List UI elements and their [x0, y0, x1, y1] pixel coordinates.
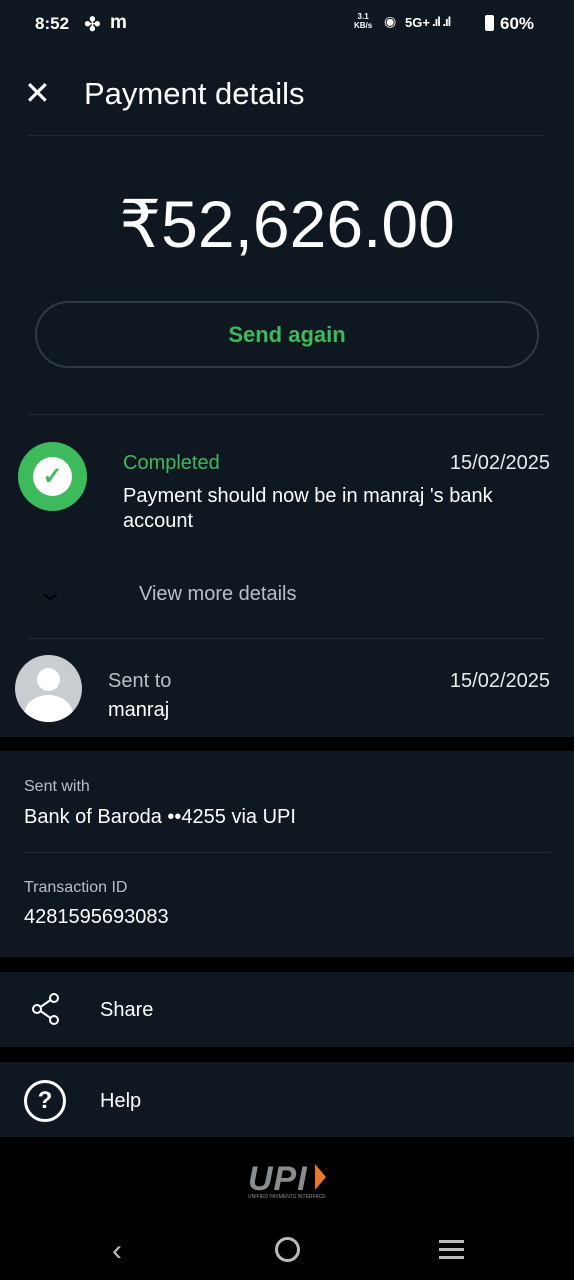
- view-more-details-link[interactable]: View more details: [139, 583, 296, 606]
- app-icon-m: m: [110, 12, 127, 33]
- avatar: [15, 655, 82, 722]
- sent-with-label: Sent with: [24, 778, 90, 795]
- divider: [28, 638, 544, 639]
- payment-amount: ₹52,626.00: [119, 187, 455, 261]
- help-icon: ?: [24, 1080, 66, 1122]
- recipient-name: manraj: [108, 699, 170, 721]
- share-button[interactable]: Share: [0, 972, 574, 1047]
- back-nav-icon[interactable]: ‹: [112, 1234, 122, 1268]
- transaction-id-value: 4281595693083: [24, 906, 169, 928]
- close-button[interactable]: ✕: [24, 76, 51, 110]
- home-nav-icon[interactable]: [275, 1237, 300, 1262]
- recents-nav-icon[interactable]: [439, 1240, 464, 1259]
- status-label: Completed: [123, 452, 220, 474]
- share-icon: [32, 993, 59, 1025]
- status-date: 15/02/2025: [449, 452, 550, 474]
- upi-logo-mark: [315, 1164, 326, 1190]
- signal-icon: .ıl .ıl: [432, 14, 451, 29]
- transaction-id-label: Transaction ID: [24, 879, 128, 896]
- check-icon: ✓: [33, 457, 72, 496]
- chevron-down-icon[interactable]: ⌄: [36, 578, 64, 607]
- network-type: 5G+: [405, 15, 430, 30]
- help-button[interactable]: ? Help: [0, 1062, 574, 1137]
- status-message: Payment should now be in manraj 's bank …: [123, 485, 493, 532]
- hotspot-icon: ◉: [384, 13, 397, 29]
- page-title: Payment details: [84, 76, 305, 111]
- fan-icon: ✤: [84, 14, 101, 36]
- divider: [24, 852, 550, 853]
- recipient-date: 15/02/2025: [449, 670, 550, 692]
- share-label: Share: [100, 999, 154, 1021]
- send-again-button[interactable]: Send again: [35, 301, 539, 368]
- status-time: 8:52: [35, 14, 70, 33]
- battery-level: 60%: [500, 14, 535, 33]
- upi-logo-subtitle: UNIFIED PAYMENTS INTERFACE: [248, 1194, 326, 1200]
- help-label: Help: [100, 1090, 142, 1112]
- sent-with-value: Bank of Baroda ••4255 via UPI: [24, 806, 296, 828]
- divider: [28, 135, 544, 136]
- divider: [28, 414, 544, 415]
- network-speed: 3.1 KB/s: [354, 12, 373, 30]
- completed-icon: ✓: [18, 442, 87, 511]
- battery-icon: [485, 15, 494, 31]
- sent-to-label: Sent to: [108, 670, 172, 692]
